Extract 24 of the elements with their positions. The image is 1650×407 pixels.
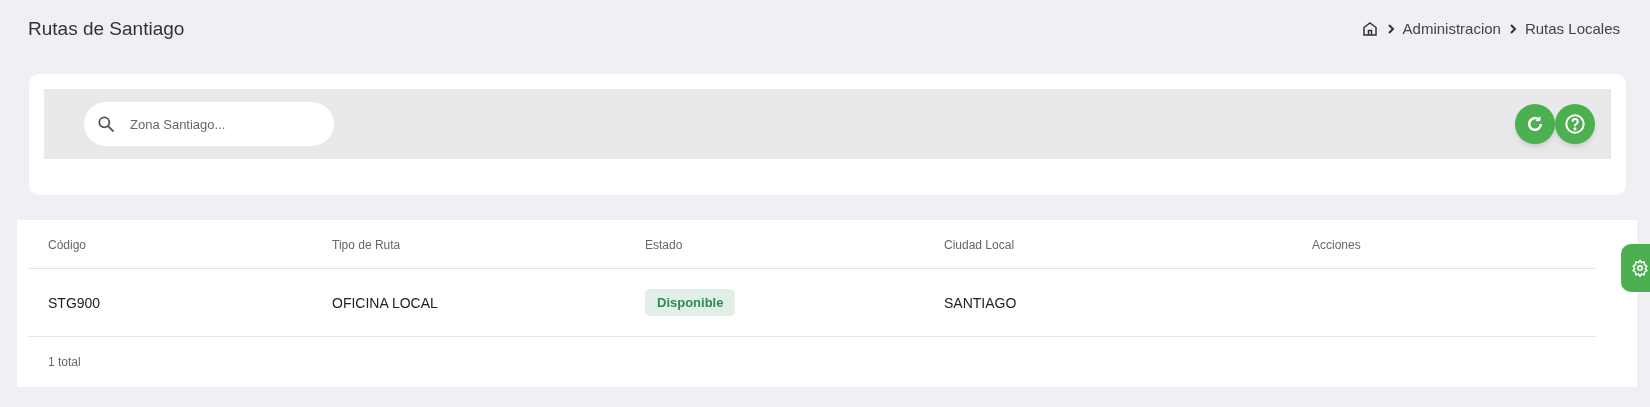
page-title: Rutas de Santiago bbox=[28, 16, 185, 41]
search-field[interactable]: Zona Santiago... bbox=[84, 102, 334, 146]
column-header: Acciones bbox=[1312, 238, 1361, 252]
column-header: Tipo de Ruta bbox=[332, 238, 401, 252]
home-icon[interactable] bbox=[1360, 20, 1379, 38]
settings-tab[interactable] bbox=[1621, 244, 1650, 292]
breadcrumb-item: Rutas Locales bbox=[1524, 18, 1620, 39]
status-badge: Disponible bbox=[645, 288, 736, 317]
table-cell: SANTIAGO bbox=[944, 294, 1017, 311]
help-button[interactable] bbox=[1555, 104, 1595, 144]
table-cell: OFICINA LOCAL bbox=[332, 294, 438, 311]
settings-icon bbox=[1631, 259, 1649, 277]
column-header: Ciudad Local bbox=[944, 238, 1015, 252]
column-header: Estado bbox=[645, 238, 683, 252]
refresh-icon bbox=[1525, 114, 1545, 134]
total-count: 1 total bbox=[48, 354, 81, 371]
search-icon bbox=[96, 114, 116, 134]
column-header: Código bbox=[48, 238, 87, 252]
help-icon bbox=[1564, 113, 1586, 135]
refresh-button[interactable] bbox=[1515, 104, 1555, 144]
chevron-icon bbox=[1386, 24, 1395, 34]
chevron-icon bbox=[1508, 24, 1517, 34]
table-cell: STG900 bbox=[48, 294, 101, 311]
breadcrumb-item[interactable]: Administracion bbox=[1402, 17, 1501, 41]
